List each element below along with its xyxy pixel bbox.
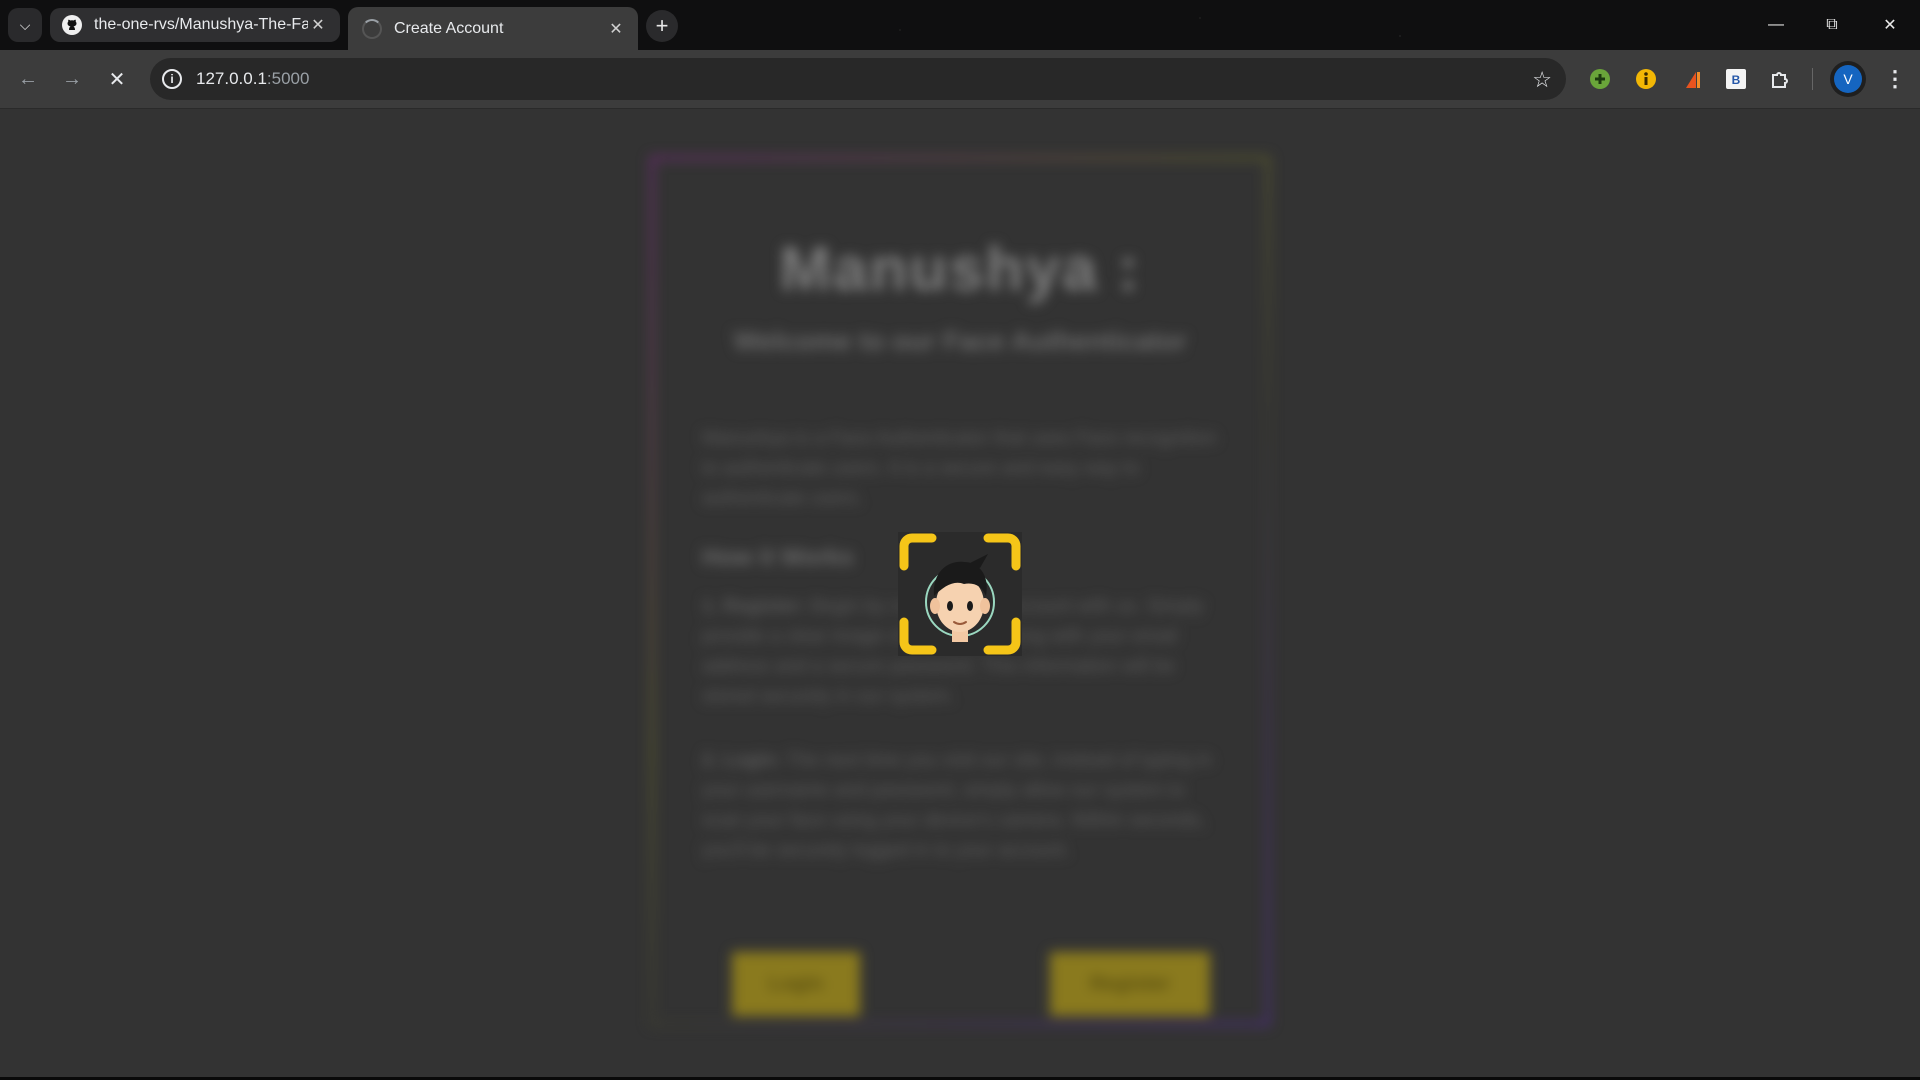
yellow-info-extension-icon[interactable]: [1634, 67, 1658, 91]
step-register-title: 1. Register:: [702, 596, 806, 617]
close-icon: ✕: [1883, 17, 1897, 34]
page-subtitle: Welcome to our Face Authenticator: [733, 326, 1187, 356]
restore-icon: ⧉: [1826, 16, 1838, 33]
minimize-button[interactable]: —: [1756, 10, 1796, 40]
plus-icon: +: [655, 13, 669, 38]
url-text[interactable]: 127.0.0.1:5000: [196, 69, 309, 89]
tab-search-button[interactable]: ⌵: [8, 8, 42, 42]
profile-initial: V: [1834, 65, 1862, 93]
minimize-icon: —: [1768, 16, 1784, 33]
restore-button[interactable]: ⧉: [1812, 10, 1852, 40]
new-tab-button[interactable]: +: [646, 10, 678, 42]
close-window-button[interactable]: ✕: [1870, 10, 1910, 40]
login-button[interactable]: Login: [732, 952, 860, 1016]
close-tab-icon[interactable]: ✕: [606, 19, 626, 39]
close-tab-icon[interactable]: ✕: [308, 15, 328, 35]
bookmark-star-icon[interactable]: ☆: [1532, 67, 1552, 93]
step-login: 2. Login: The next time you visit our si…: [702, 746, 1222, 866]
profile-avatar[interactable]: V: [1830, 61, 1866, 97]
chevron-down-icon: ⌵: [19, 16, 31, 33]
tab-label: Create Account: [394, 19, 504, 37]
browser-titlebar: ⌵ the-one-rvs/Manushya-The-Fac ✕ Create …: [0, 0, 1920, 50]
how-it-works-heading: How it Works: [702, 544, 854, 571]
forward-button[interactable]: →: [57, 64, 87, 94]
address-bar[interactable]: i 127.0.0.1:5000 ☆: [150, 58, 1566, 100]
tab-label: the-one-rvs/Manushya-The-Fac: [94, 16, 308, 33]
intro-text: Manushya is a Face Authenticator that us…: [702, 428, 1217, 509]
close-icon: ✕: [108, 68, 126, 91]
page-title: Manushya :: [779, 235, 1141, 304]
info-icon[interactable]: i: [162, 69, 182, 89]
face-scan-logo-icon: [898, 532, 1022, 656]
stop-loading-button[interactable]: ✕: [102, 64, 132, 94]
toolbar-divider: [1812, 68, 1813, 90]
green-plus-extension-icon[interactable]: [1588, 67, 1612, 91]
loading-spinner-icon: [362, 18, 382, 39]
arrow-right-icon: →: [62, 67, 82, 90]
step-login-title: 2. Login:: [702, 750, 782, 771]
more-menu-icon[interactable]: ⋮: [1880, 64, 1910, 94]
github-icon: [62, 15, 82, 35]
orange-extension-icon[interactable]: [1680, 67, 1704, 91]
browser-toolbar: ← → ✕ i 127.0.0.1:5000 ☆ B V ⋮: [0, 50, 1920, 109]
tab-create-account[interactable]: Create Account ✕: [348, 7, 638, 50]
tab-github[interactable]: the-one-rvs/Manushya-The-Fac ✕: [50, 8, 340, 42]
register-button[interactable]: Register: [1050, 952, 1210, 1016]
back-button[interactable]: ←: [13, 64, 43, 94]
puzzle-extensions-icon[interactable]: [1769, 67, 1793, 91]
b-extension-icon[interactable]: B: [1724, 67, 1748, 91]
svg-text:B: B: [1732, 73, 1741, 87]
arrow-left-icon: ←: [18, 67, 38, 90]
